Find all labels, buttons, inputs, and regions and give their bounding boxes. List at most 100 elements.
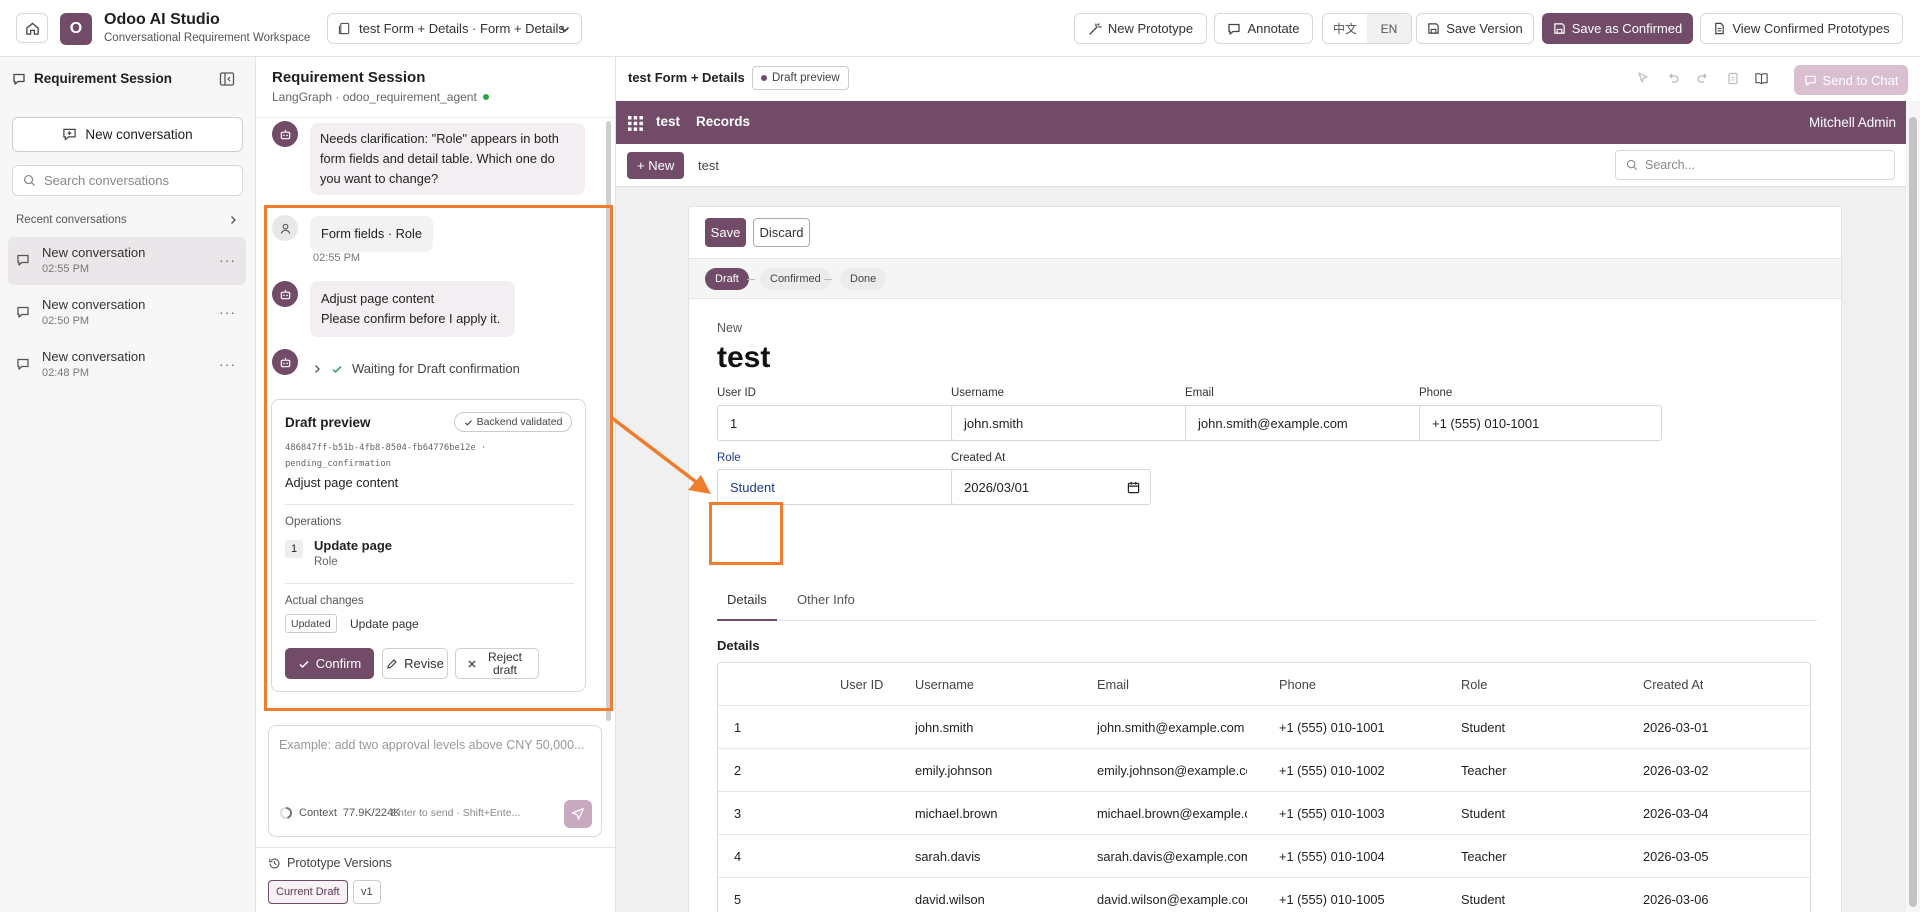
recent-conversations-header[interactable]: Recent conversations [16, 214, 238, 226]
conversation-title: New conversation [42, 297, 146, 312]
odoo-user-menu[interactable]: Mitchell Admin [1809, 115, 1896, 130]
cell-email: michael.brown@example.com [1097, 806, 1247, 821]
search-placeholder: Search conversations [44, 173, 170, 188]
undo-icon[interactable] [1666, 71, 1680, 85]
field-label-email: Email [1185, 387, 1214, 399]
scroll-thumb[interactable] [1909, 117, 1917, 907]
column-header[interactable]: User ID [840, 677, 883, 692]
stage-confirmed[interactable]: Confirmed [760, 268, 831, 290]
redo-icon[interactable] [1696, 71, 1710, 85]
app-grid-icon[interactable] [628, 116, 643, 131]
online-status-dot [482, 94, 489, 100]
calendar-icon[interactable] [1127, 481, 1140, 494]
field-role[interactable]: Student [717, 469, 960, 505]
table-row[interactable]: 1 john.smith john.smith@example.com +1 (… [718, 706, 1810, 749]
column-header[interactable]: Username [915, 677, 974, 692]
conversation-item[interactable]: New conversation 02:48 PM ··· [8, 341, 246, 389]
context-usage: Context 77.9K/224K [279, 806, 400, 820]
send-icon [571, 807, 585, 820]
odoo-search-input[interactable]: Search... [1615, 150, 1895, 180]
version-current-draft[interactable]: Current Draft [268, 880, 348, 904]
odoo-control-panel: + New test Search... [616, 144, 1906, 187]
field-label-phone: Phone [1419, 387, 1453, 399]
context-ring-icon [280, 806, 293, 819]
odoo-new-button[interactable]: + New [627, 152, 685, 179]
message-composer[interactable]: Example: add two approval levels above C… [268, 725, 602, 837]
odoo-search-placeholder: Search... [1645, 158, 1696, 172]
chat-icon [17, 358, 29, 370]
odoo-app-name[interactable]: test [656, 114, 680, 129]
pointer-icon[interactable] [1636, 71, 1650, 85]
field-username[interactable]: john.smith [951, 405, 1194, 441]
annotate-button[interactable]: Annotate [1214, 13, 1313, 44]
send-to-chat-button[interactable]: Send to Chat [1794, 65, 1908, 95]
lang-zh-option[interactable]: 中文 [1323, 14, 1367, 43]
notebook-tabs: Details Other Info [717, 592, 1817, 621]
table-row[interactable]: 4 sarah.davis sarah.davis@example.com +1… [718, 835, 1810, 878]
column-header[interactable]: Created At [1643, 677, 1703, 692]
stage-draft[interactable]: Draft [705, 268, 749, 290]
cell-phone: +1 (555) 010-1005 [1279, 892, 1385, 907]
chat-icon [13, 73, 25, 85]
send-button[interactable] [564, 800, 592, 828]
top-bar: O Odoo AI Studio Conversational Requirem… [0, 0, 1920, 57]
cell-user-id: 1 [734, 720, 742, 735]
column-header[interactable]: Role [1461, 677, 1487, 692]
cell-username: michael.brown [915, 806, 998, 821]
new-prototype-button[interactable]: New Prototype [1074, 13, 1207, 44]
page-selector[interactable]: test Form + Details · Form + Details [327, 13, 582, 44]
field-user-id[interactable]: 1 [717, 405, 960, 441]
new-conversation-label: New conversation [85, 127, 193, 142]
stage-done[interactable]: Done [840, 268, 887, 290]
conversation-item[interactable]: New conversation 02:50 PM ··· [8, 289, 246, 337]
draft-preview-label: Draft preview [772, 72, 840, 84]
form-save-button[interactable]: Save [705, 218, 746, 247]
view-confirmed-label: View Confirmed Prototypes [1732, 21, 1890, 36]
tab-other-info[interactable]: Other Info [787, 592, 865, 621]
conversation-time: 02:50 PM [42, 315, 90, 327]
preview-title: test Form + Details [628, 70, 745, 85]
comment-icon [1228, 23, 1241, 35]
column-header[interactable]: Email [1097, 677, 1129, 692]
view-confirmed-prototypes-button[interactable]: View Confirmed Prototypes [1700, 13, 1903, 44]
search-conversations-input[interactable]: Search conversations [12, 165, 243, 196]
collapse-sidebar-icon[interactable] [219, 71, 235, 87]
version-v1[interactable]: v1 [353, 880, 381, 904]
conversation-sidebar: Requirement Session New conversation Sea… [0, 57, 256, 912]
breadcrumb: test [698, 158, 719, 173]
agent-name: LangGraph · odoo_requirement_agent [272, 90, 477, 104]
cell-created-at: 2026-03-06 [1643, 892, 1709, 907]
field-email[interactable]: john.smith@example.com [1185, 405, 1428, 441]
clipboard-icon[interactable] [1726, 71, 1740, 85]
book-icon[interactable] [1754, 71, 1769, 86]
chat-icon [17, 306, 29, 318]
conversation-item[interactable]: New conversation 02:55 PM ··· [8, 237, 246, 285]
lang-en-option[interactable]: EN [1367, 14, 1411, 43]
field-phone[interactable]: +1 (555) 010-1001 [1419, 405, 1662, 441]
cell-email: john.smith@example.com [1097, 720, 1245, 735]
conversation-time: 02:48 PM [42, 367, 90, 379]
more-options-icon[interactable]: ··· [219, 252, 236, 268]
preview-scrollbar[interactable] [1906, 101, 1920, 912]
chat-highlight-box [264, 205, 613, 711]
sidebar-title: Requirement Session [34, 71, 173, 86]
home-button[interactable] [16, 13, 48, 43]
cell-phone: +1 (555) 010-1002 [1279, 763, 1385, 778]
more-options-icon[interactable]: ··· [219, 356, 236, 372]
odoo-menu-records[interactable]: Records [696, 114, 750, 129]
column-header[interactable]: Phone [1279, 677, 1316, 692]
new-conversation-button[interactable]: New conversation [12, 117, 243, 152]
app-subtitle: Conversational Requirement Workspace [104, 32, 311, 44]
field-created-at[interactable]: 2026/03/01 [951, 469, 1151, 505]
status-dot [761, 75, 767, 81]
more-options-icon[interactable]: ··· [219, 304, 236, 320]
form-discard-button[interactable]: Discard [753, 218, 810, 247]
save-version-button[interactable]: Save Version [1416, 13, 1534, 44]
role-field-highlight [709, 502, 783, 565]
table-row[interactable]: 5 david.wilson david.wilson@example.com … [718, 878, 1810, 912]
save-as-confirmed-button[interactable]: Save as Confirmed [1542, 13, 1693, 44]
tab-details[interactable]: Details [717, 592, 777, 621]
table-row[interactable]: 2 emily.johnson emily.johnson@example.co… [718, 749, 1810, 792]
table-row[interactable]: 3 michael.brown michael.brown@example.co… [718, 792, 1810, 835]
cell-email: emily.johnson@example.com [1097, 763, 1247, 778]
